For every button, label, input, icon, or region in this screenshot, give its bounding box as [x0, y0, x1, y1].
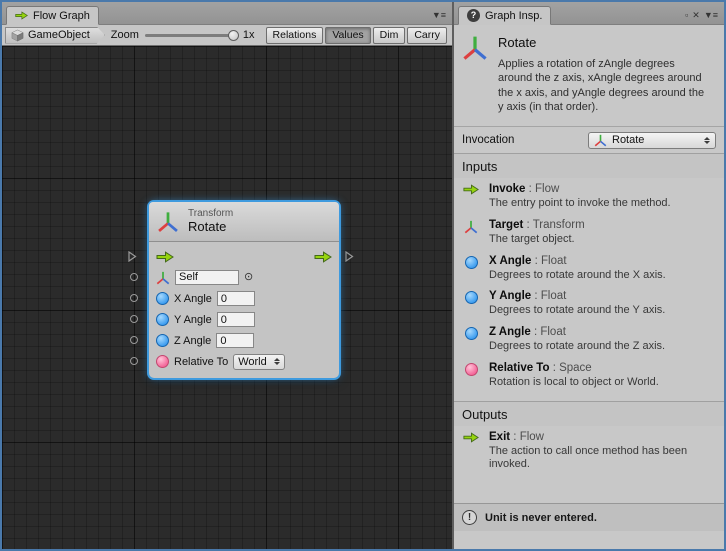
flow-input-port[interactable] [128, 251, 137, 262]
invocation-value: Rotate [612, 134, 644, 146]
item-desc: Degrees to rotate around the Z axis. [489, 340, 665, 354]
dim-button[interactable]: Dim [373, 27, 406, 44]
float-type-icon [465, 256, 478, 269]
panel-menu-icon[interactable]: ▼≡ [704, 11, 718, 20]
y-angle-label: Y Angle [174, 314, 212, 326]
space-port-icon[interactable] [156, 355, 169, 368]
zoom-slider-knob[interactable] [228, 30, 239, 41]
maximize-icon[interactable]: ▫ [685, 11, 688, 20]
z-angle-input-port[interactable] [130, 336, 138, 344]
float-port-icon[interactable] [156, 292, 169, 305]
float-port-icon[interactable] [156, 334, 169, 347]
object-picker-icon[interactable]: ⊙ [244, 272, 253, 283]
panel-menu-icon[interactable]: ▼≡ [432, 11, 446, 20]
warning-box: ! Unit is never entered. [454, 503, 724, 531]
item-desc: Degrees to rotate around the X axis. [489, 269, 666, 283]
float-port-icon[interactable] [156, 313, 169, 326]
transform-rotate-node[interactable]: Transform Rotate Self ⊙ [149, 202, 339, 378]
flow-graph-tabbar: Flow Graph ▼≡ [2, 2, 452, 24]
flow-graph-toolbar: GameObject Zoom 1x Relations Values Dim … [2, 24, 452, 46]
outputs-header: Outputs [454, 401, 724, 426]
target-transform-icon [156, 271, 170, 285]
invocation-row: Invocation Rotate [454, 126, 724, 153]
carry-button[interactable]: Carry [407, 27, 447, 44]
flow-arrow-icon [463, 184, 479, 195]
x-angle-input[interactable] [217, 291, 255, 306]
transform-icon [594, 134, 607, 147]
y-angle-input-port[interactable] [130, 315, 138, 323]
transform-icon [157, 211, 179, 233]
input-item-z-angle: Z Angle : Float Degrees to rotate around… [454, 321, 724, 357]
input-item-y-angle: Y Angle : Float Degrees to rotate around… [454, 285, 724, 321]
inspector-body: Rotate Applies a rotation of zAngle degr… [454, 24, 724, 549]
graph-canvas[interactable]: Transform Rotate Self ⊙ [2, 46, 452, 549]
graph-inspector-pane: ? Graph Insp. ▫ ✕ ▼≡ Rotate Applies a ro… [454, 2, 724, 549]
relative-to-label: Relative To [174, 356, 228, 368]
item-desc: The entry point to invoke the method. [489, 197, 671, 211]
breadcrumb-label: GameObject [28, 29, 90, 41]
z-angle-label: Z Angle [174, 335, 211, 347]
input-item-invoke: Invoke : Flow The entry point to invoke … [454, 178, 724, 214]
relations-button[interactable]: Relations [266, 27, 324, 44]
node-title: Rotate [188, 220, 233, 235]
tab-flow-graph[interactable]: Flow Graph [6, 6, 99, 25]
gameobject-breadcrumb[interactable]: GameObject [5, 27, 105, 44]
input-item-target: Target : Transform The target object. [454, 214, 724, 250]
dropdown-arrows-icon [274, 358, 280, 365]
inputs-header: Inputs [454, 153, 724, 178]
flow-arrow-icon [463, 432, 479, 443]
node-header[interactable]: Transform Rotate [149, 202, 339, 242]
exit-output-port[interactable] [345, 251, 354, 262]
float-type-icon [465, 327, 478, 340]
float-type-icon [465, 291, 478, 304]
zoom-slider[interactable] [145, 34, 237, 37]
values-button[interactable]: Values [325, 27, 370, 44]
warning-text: Unit is never entered. [485, 512, 597, 524]
input-item-relative-to: Relative To : Space Rotation is local to… [454, 357, 724, 393]
unity-flow-graph-window: Flow Graph ▼≡ GameObject Zoom 1x Relatio… [0, 0, 726, 551]
relative-to-value: World [238, 356, 267, 368]
rotate-unit-icon [462, 35, 488, 61]
relative-to-input-port[interactable] [130, 357, 138, 365]
input-item-x-angle: X Angle : Float Degrees to rotate around… [454, 250, 724, 286]
target-input-port[interactable] [130, 273, 138, 281]
item-desc: Degrees to rotate around the Y axis. [489, 304, 665, 318]
inspector-tabbar: ? Graph Insp. ▫ ✕ ▼≡ [454, 2, 724, 24]
gameobject-icon [11, 29, 24, 42]
item-desc: The action to call once method has been … [489, 445, 707, 473]
y-angle-input[interactable] [217, 312, 255, 327]
invocation-label: Invocation [462, 134, 514, 146]
warning-icon: ! [462, 510, 477, 525]
node-body: Self ⊙ X Angle Y Angle [149, 242, 339, 378]
inspector-title: Rotate [498, 35, 716, 50]
exit-flow-arrow-icon[interactable] [314, 251, 332, 263]
self-object-field[interactable]: Self [175, 270, 239, 285]
flow-graph-tab-label: Flow Graph [33, 10, 90, 22]
invoke-flow-arrow-icon[interactable] [156, 251, 174, 263]
zoom-label: Zoom [111, 29, 139, 41]
item-desc: Rotation is local to object or World. [489, 376, 659, 390]
space-type-icon [465, 363, 478, 376]
flow-graph-pane: Flow Graph ▼≡ GameObject Zoom 1x Relatio… [2, 2, 454, 549]
invocation-dropdown[interactable]: Rotate [588, 132, 716, 149]
output-item-exit: Exit : Flow The action to call once meth… [454, 426, 724, 476]
relative-to-dropdown[interactable]: World [233, 354, 285, 370]
inspector-description: Applies a rotation of zAngle degrees aro… [498, 57, 710, 114]
close-icon[interactable]: ✕ [692, 11, 700, 20]
inspector-header: Rotate Applies a rotation of zAngle degr… [454, 25, 724, 126]
x-angle-label: X Angle [174, 293, 212, 305]
transform-icon [464, 220, 478, 234]
x-angle-input-port[interactable] [130, 294, 138, 302]
zoom-value: 1x [243, 29, 255, 41]
flow-graph-tab-icon [15, 9, 28, 22]
tab-graph-inspector[interactable]: ? Graph Insp. [458, 6, 551, 25]
dropdown-arrows-icon [704, 137, 710, 144]
item-desc: The target object. [489, 233, 585, 247]
inspector-tab-label: Graph Insp. [485, 10, 542, 22]
inspector-tab-icon: ? [467, 9, 480, 22]
z-angle-input[interactable] [216, 333, 254, 348]
